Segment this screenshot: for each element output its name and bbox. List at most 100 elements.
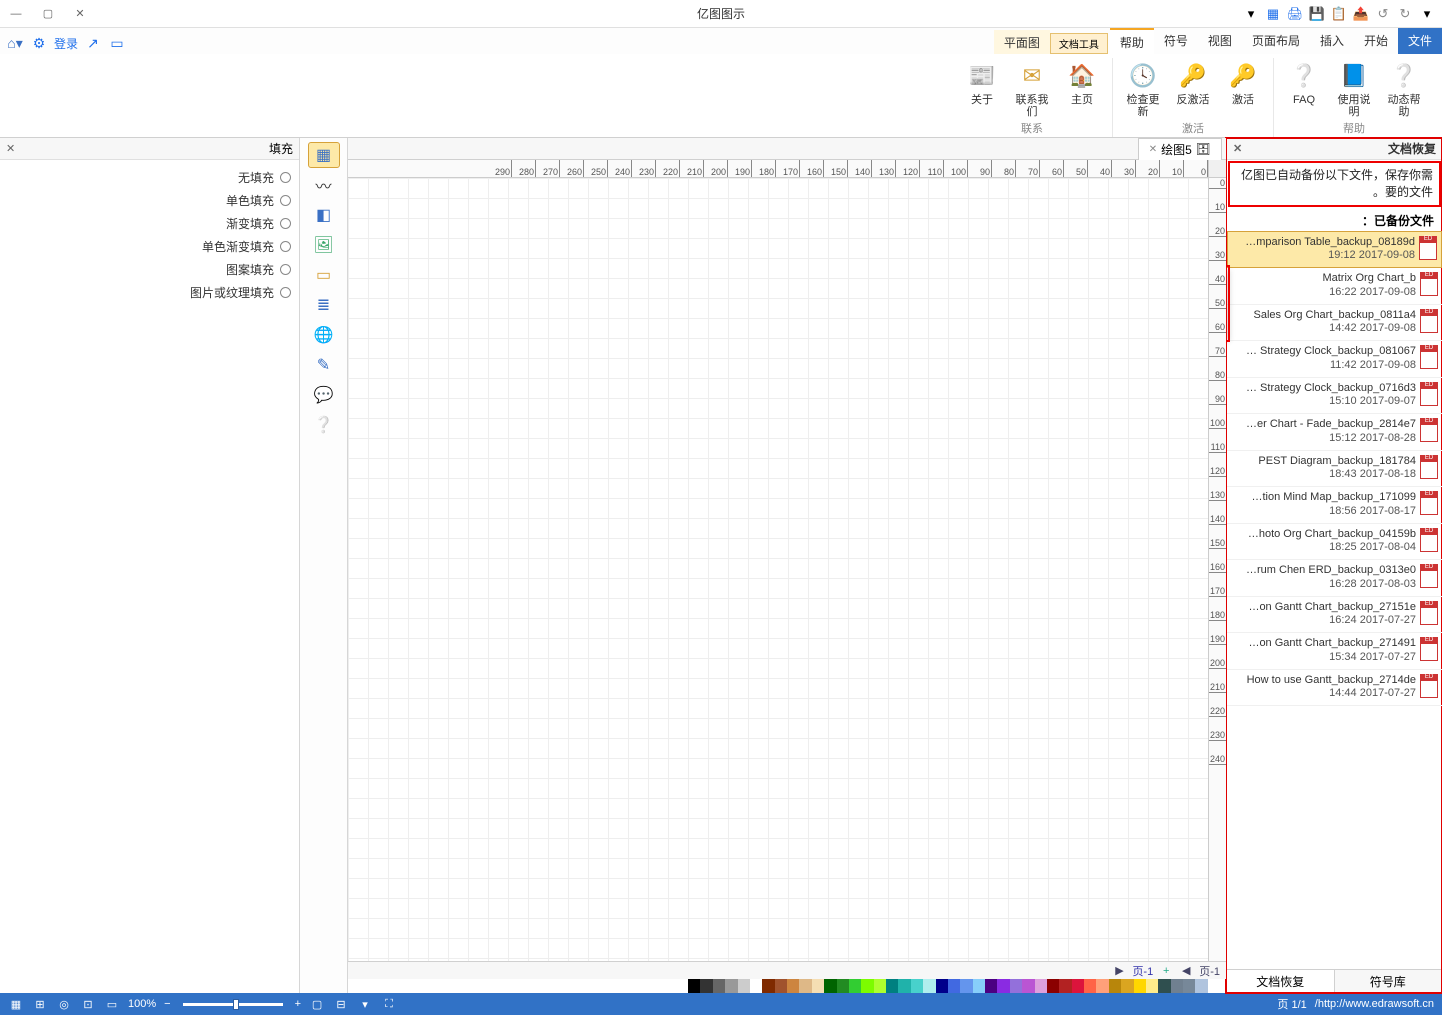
recovery-item[interactable]: Matrix Org Chart_b2017-09-08 16:22打开删除删除…: [1227, 268, 1442, 305]
color-swatch[interactable]: [738, 979, 750, 993]
grid-icon[interactable]: ▦: [1264, 5, 1282, 23]
color-swatch[interactable]: [923, 979, 935, 993]
user-guide[interactable]: 📘使用说明: [1332, 58, 1376, 120]
maximize-button[interactable]: ▢: [32, 1, 64, 27]
color-swatch[interactable]: [1059, 979, 1071, 993]
color-swatch[interactable]: [1121, 979, 1133, 993]
color-swatch[interactable]: [898, 979, 910, 993]
activate[interactable]: 🔑激活: [1221, 58, 1265, 120]
page-next-button[interactable]: ▶: [1112, 964, 1126, 977]
login-link[interactable]: 登录: [54, 35, 78, 52]
footer-tab-symbols[interactable]: 符号库: [1335, 970, 1442, 993]
status-fullscreen-icon[interactable]: ⛶: [381, 996, 397, 1012]
recovery-item[interactable]: PEST Diagram_backup_1817842017-08-18 18:…: [1227, 451, 1442, 488]
homepage[interactable]: 🏠主页: [1060, 58, 1104, 120]
status-align-icon[interactable]: ⊡: [80, 996, 96, 1012]
color-swatch[interactable]: [1010, 979, 1022, 993]
page-add-button[interactable]: +: [1159, 965, 1173, 977]
color-swatch[interactable]: [1171, 979, 1183, 993]
ribbon-tab-页面布局[interactable]: 页面布局: [1242, 28, 1310, 54]
fill-option[interactable]: 渐变填充: [6, 212, 293, 235]
recovery-item[interactable]: Business Photo Org Chart_backup_04159b20…: [1227, 524, 1442, 561]
line-icon[interactable]: 〰: [308, 172, 340, 198]
color-swatch[interactable]: [1146, 979, 1158, 993]
fill-option[interactable]: 单色填充: [6, 189, 293, 212]
color-swatch[interactable]: [1109, 979, 1121, 993]
share-icon[interactable]: ↗: [84, 34, 102, 52]
undo-icon[interactable]: ↺: [1374, 5, 1392, 23]
page-icon[interactable]: ▭: [308, 262, 340, 288]
ribbon-tab-文件[interactable]: 文件: [1398, 28, 1442, 54]
recovery-item[interactable]: Product Comparison Table_backup_08189d20…: [1227, 231, 1442, 269]
color-swatch[interactable]: [1134, 979, 1146, 993]
color-swatch[interactable]: [973, 979, 985, 993]
color-swatch[interactable]: [997, 979, 1009, 993]
ribbon-tab-插入[interactable]: 插入: [1310, 28, 1354, 54]
recovery-item[interactable]: Forum Chen ERD_backup_0313e02017-08-03 1…: [1227, 560, 1442, 597]
copy-icon[interactable]: 📋: [1330, 5, 1348, 23]
tag-icon[interactable]: ✎: [308, 352, 340, 378]
color-swatch[interactable]: [1158, 979, 1170, 993]
color-swatch[interactable]: [911, 979, 923, 993]
color-swatch[interactable]: [948, 979, 960, 993]
color-swatch[interactable]: [725, 979, 737, 993]
recovery-item[interactable]: Bowman Strategy Clock_backup_0810672017-…: [1227, 341, 1442, 378]
about[interactable]: 📰关于: [960, 58, 1004, 120]
recovery-item[interactable]: Interior Decoration Gantt Chart_backup_2…: [1227, 597, 1442, 634]
shadow-icon[interactable]: ◧: [308, 202, 340, 228]
link-icon[interactable]: 🌐: [308, 322, 340, 348]
recovery-item[interactable]: How to use Gantt_backup_2714de2017-07-27…: [1227, 670, 1442, 707]
ribbon-tab-开始[interactable]: 开始: [1354, 28, 1398, 54]
minimize-button[interactable]: —: [0, 1, 32, 27]
fill-option[interactable]: 图案填充: [6, 258, 293, 281]
redo-icon[interactable]: ↻: [1396, 5, 1414, 23]
contact-us[interactable]: ✉联系我们: [1010, 58, 1054, 120]
color-swatch[interactable]: [985, 979, 997, 993]
zoom-slider[interactable]: [183, 1003, 283, 1006]
color-swatch[interactable]: [812, 979, 824, 993]
preview-icon[interactable]: ▭: [108, 34, 126, 52]
status-more-icon[interactable]: ▾: [357, 996, 373, 1012]
footer-tab-recovery[interactable]: 文档恢复: [1227, 970, 1335, 993]
color-swatch[interactable]: [960, 979, 972, 993]
doc-tab-close-icon[interactable]: ✕: [1149, 144, 1157, 155]
page-prev-button[interactable]: ◀: [1179, 964, 1193, 977]
color-ramp[interactable]: [348, 979, 1226, 993]
color-swatch[interactable]: [775, 979, 787, 993]
color-swatch[interactable]: [849, 979, 861, 993]
recovery-panel-close-icon[interactable]: ✕: [1233, 142, 1242, 155]
status-fit-icon[interactable]: ▢: [309, 996, 325, 1012]
image-icon[interactable]: 🖼: [308, 232, 340, 258]
page-bar-page[interactable]: 页-1: [1132, 963, 1153, 979]
recovery-item[interactable]: Motivation Mind Map_backup_1710992017-08…: [1227, 487, 1442, 524]
color-swatch[interactable]: [1195, 979, 1207, 993]
recovery-list[interactable]: Product Comparison Table_backup_08189d20…: [1227, 231, 1442, 969]
context-tab[interactable]: 平面图: [994, 30, 1050, 54]
status-grid-icon[interactable]: ▦: [8, 996, 24, 1012]
text-icon[interactable]: ≣: [308, 292, 340, 318]
color-swatch[interactable]: [1047, 979, 1059, 993]
color-swatch[interactable]: [799, 979, 811, 993]
print-icon[interactable]: 🖨: [1286, 5, 1304, 23]
fill-panel-close-icon[interactable]: ✕: [6, 142, 15, 155]
color-swatch[interactable]: [886, 979, 898, 993]
color-swatch[interactable]: [1035, 979, 1047, 993]
color-swatch[interactable]: [861, 979, 873, 993]
ribbon-tab-视图[interactable]: 视图: [1198, 28, 1242, 54]
color-swatch[interactable]: [936, 979, 948, 993]
ribbon-tab-符号[interactable]: 符号: [1154, 28, 1198, 54]
faq[interactable]: ❔FAQ: [1282, 58, 1326, 120]
color-swatch[interactable]: [762, 979, 774, 993]
qat-more-icon[interactable]: ▾: [1242, 5, 1260, 23]
recovery-item[interactable]: Sales Org Chart_backup_0811a42017-09-08 …: [1227, 305, 1442, 342]
status-target-icon[interactable]: ◎: [56, 996, 72, 1012]
color-swatch[interactable]: [1022, 979, 1034, 993]
fill-option[interactable]: 无填充: [6, 166, 293, 189]
check-update[interactable]: 🕓检查更新: [1121, 58, 1165, 120]
help-icon[interactable]: ❔: [308, 412, 340, 438]
ribbon-tab-帮助[interactable]: 帮助: [1110, 28, 1154, 54]
close-button[interactable]: ✕: [64, 1, 96, 27]
color-swatch[interactable]: [1183, 979, 1195, 993]
recovery-item[interactable]: Interior Decoration Gantt Chart_backup_2…: [1227, 633, 1442, 670]
zoom-out-button[interactable]: −: [164, 998, 170, 1010]
